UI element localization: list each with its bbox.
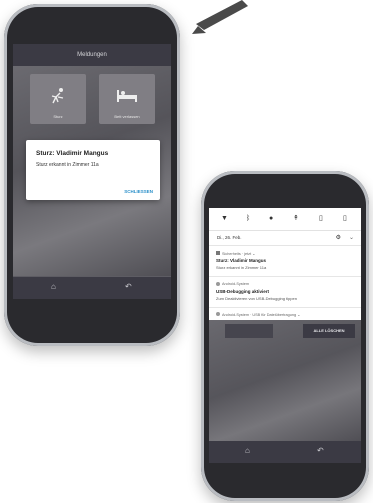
do-not-disturb-icon[interactable]: ● (269, 215, 273, 222)
close-button[interactable]: SCHLIESSEN (124, 189, 153, 194)
battery-icon[interactable]: ▯ (343, 215, 347, 222)
alert-dialog: Sturz: Vladimir Mangus Sturz erkannt in … (26, 140, 160, 200)
android-icon (216, 282, 220, 286)
notification-title: Sturz: Vladimir Mangus (216, 258, 267, 263)
bluetooth-icon[interactable]: ᛒ (246, 215, 250, 222)
wifi-icon[interactable]: ▼ (221, 215, 228, 222)
notification-body: Sturz erkannt in Zimmer 11a (216, 265, 267, 270)
notification-source: Android-System · USB für Dateiübertragun… (222, 313, 301, 317)
back-icon[interactable]: ↶ (317, 447, 324, 455)
flashlight-icon[interactable]: ↟ (293, 215, 299, 222)
background-area: ALLE LÖSCHEN (209, 320, 361, 441)
notification-source: Sicherheits · jetzt ⌄ (222, 252, 256, 256)
back-icon[interactable]: ↶ (125, 283, 132, 291)
app-square-icon (216, 251, 220, 255)
tile-bed-label: Bett verlassen (114, 114, 140, 119)
rotate-icon[interactable]: ▯ (319, 215, 323, 222)
background-chip (225, 324, 273, 338)
android-icon (216, 312, 220, 316)
arrow-graphic (192, 0, 248, 34)
app-title: Meldungen (13, 44, 171, 66)
notification-title: USB-Debugging aktiviert (216, 289, 270, 294)
tile-fall[interactable]: Sturz (30, 74, 86, 124)
home-icon[interactable]: ⌂ (51, 283, 56, 291)
phone-left: Meldungen Sturz Bett verlassen Sturz: Vl… (4, 4, 180, 346)
dialog-title: Sturz: Vladimir Mangus (36, 150, 109, 157)
gear-icon[interactable]: ⚙ (336, 234, 341, 241)
notification-body: Zum Deaktivieren von USB-Debugging tippe… (216, 296, 297, 301)
notification-fall[interactable]: Sicherheits · jetzt ⌄ Sturz: Vladimir Ma… (209, 246, 361, 277)
notification-source: Android-System (222, 282, 250, 286)
phone-left-screen: Meldungen Sturz Bett verlassen Sturz: Vl… (13, 44, 171, 299)
nav-bar: ⌂ ↶ (209, 441, 361, 463)
phone-right: ▼ ᛒ ● ↟ ▯ ▯ Di., 26. Feb. ⚙ ⌄ Sicherheit… (201, 171, 369, 501)
bed-icon (117, 90, 137, 102)
quick-settings-row: ▼ ᛒ ● ↟ ▯ ▯ (209, 208, 361, 231)
notification-usb-debugging[interactable]: Android-System USB-Debugging aktiviert Z… (209, 277, 361, 308)
falling-person-icon (51, 88, 64, 104)
tile-bed[interactable]: Bett verlassen (99, 74, 155, 124)
home-icon[interactable]: ⌂ (245, 447, 250, 455)
clear-all-button[interactable]: ALLE LÖSCHEN (303, 324, 355, 338)
dialog-body: Sturz erkannt in Zimmer 11a (36, 162, 99, 168)
date-label: Di., 26. Feb. (217, 235, 242, 240)
phone-right-screen: ▼ ᛒ ● ↟ ▯ ▯ Di., 26. Feb. ⚙ ⌄ Sicherheit… (209, 208, 361, 463)
nav-bar: ⌂ ↶ (13, 277, 171, 299)
chevron-down-icon[interactable]: ⌄ (349, 234, 354, 241)
date-row: Di., 26. Feb. ⚙ ⌄ (209, 231, 361, 246)
tile-fall-label: Sturz (53, 114, 63, 119)
